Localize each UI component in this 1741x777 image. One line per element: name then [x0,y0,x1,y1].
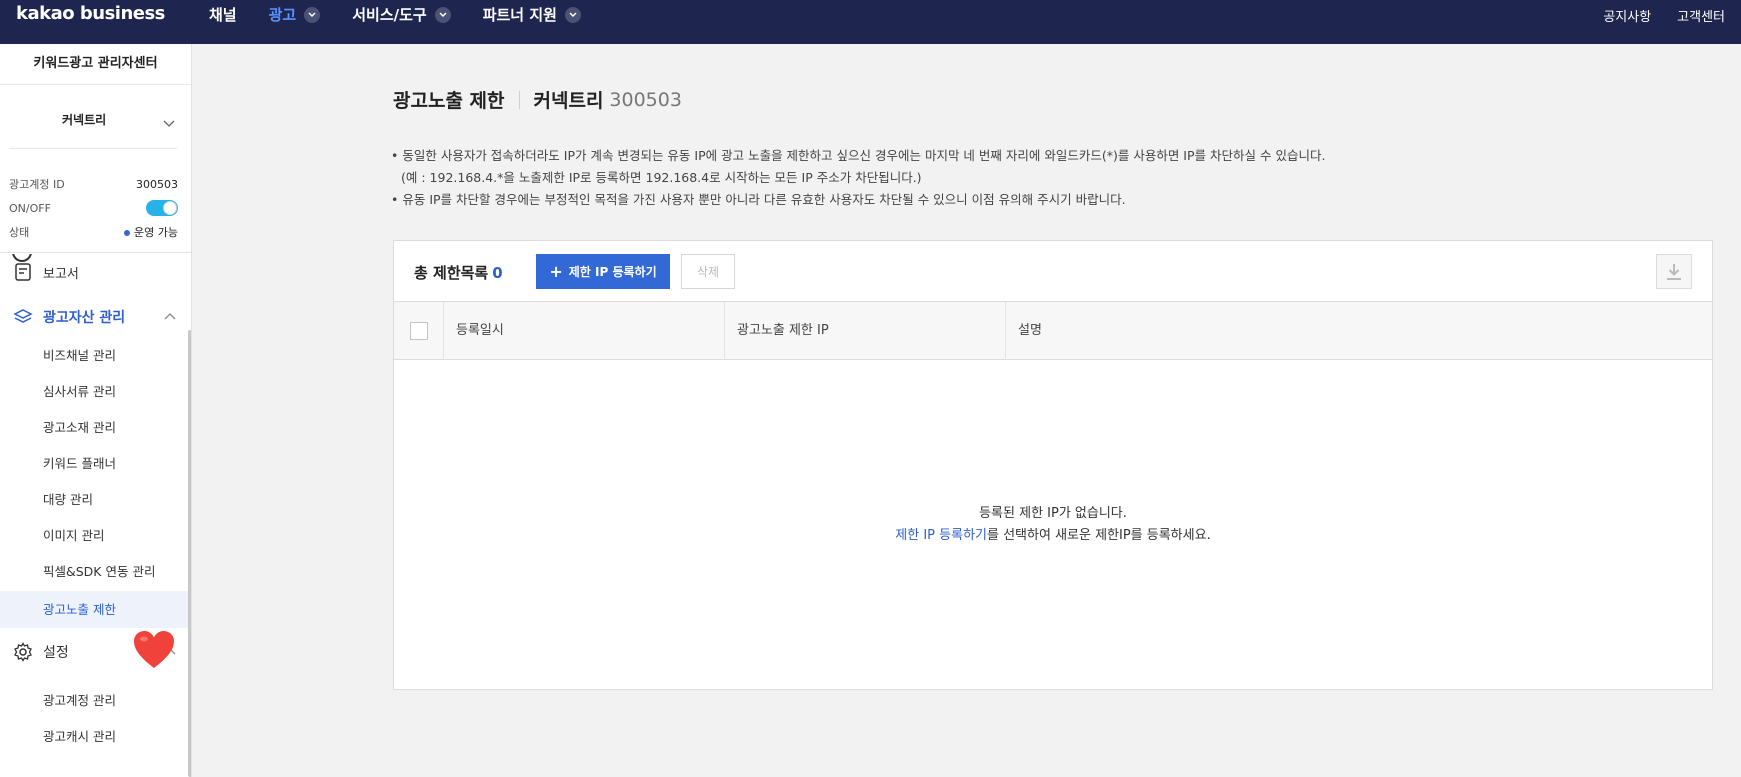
customer-center-link[interactable]: 고객센터 [1677,6,1725,25]
sidebar-item-report[interactable]: 보고서 [0,258,190,286]
kakao-business-logo[interactable]: kakao business [16,3,165,24]
account-id-value: 300503 [136,177,178,191]
table-header: 등록일시 광고노출 제한 IP 설명 [394,302,1712,360]
nav-partner-label: 파트너 지원 [482,6,557,24]
note-line: • 유동 IP를 차단할 경우에는 부정적인 목적을 가진 사용자 뿐만 아니라… [391,192,1126,207]
column-header-date[interactable]: 등록일시 [444,302,725,360]
register-ip-label: 제한 IP 등록하기 [568,265,657,279]
page-account-id: 300503 [609,88,682,111]
status-value: 운영 가능 [134,226,178,239]
note-text: (예 : 192.168.4.*을 노출제한 IP로 등록하면 192.168.… [401,170,922,185]
nav-partner-support[interactable]: 파트너 지원 [483,4,581,25]
status-dot-icon [124,230,131,236]
nav-services-tools[interactable]: 서비스/도구 [352,4,451,25]
nav-ads-label: 광고 [268,6,297,24]
sidebar-item-bizchannel[interactable]: 비즈채널 관리 [0,340,188,372]
gear-icon [13,642,33,662]
report-icon [13,262,33,282]
page-account-name: 커넥트리 [533,90,604,112]
chevron-down-icon [434,6,451,23]
status-badge: 운영 가능 [124,224,178,240]
select-all-cell [394,302,444,360]
onoff-label: ON/OFF [9,201,51,215]
onoff-toggle[interactable] [146,200,178,216]
total-label: 총 제한목록 [414,264,489,282]
layers-icon [13,307,33,327]
nav-ads[interactable]: 광고 [269,4,321,25]
notice-link[interactable]: 공지사항 [1603,6,1651,25]
divider [0,252,191,253]
sidebar-item-pixel-sdk[interactable]: 픽셀&SDK 연동 관리 [0,556,188,588]
note-line: (예 : 192.168.4.*을 노출제한 IP로 등록하면 192.168.… [391,167,1325,189]
account-id-label: 광고계정 ID [9,178,65,191]
chevron-down-icon [564,6,581,23]
note-line: • 동일한 사용자가 접속하더라도 IP가 계속 변경되는 유동 IP에 광고 … [391,148,1326,163]
plus-icon: + [549,262,563,281]
status-row: 상태 운영 가능 [9,220,178,244]
register-ip-link[interactable]: 제한 IP 등록하기 [895,528,987,543]
chevron-down-icon [304,6,321,23]
page-title-text: 광고노출 제한 [393,90,505,112]
account-name[interactable]: 커넥트리 [62,111,106,128]
sidebar-item-images[interactable]: 이미지 관리 [0,520,188,552]
guide-notes: • 동일한 사용자가 접속하더라도 IP가 계속 변경되는 유동 IP에 광고 … [391,145,1325,211]
sidebar-scrollbar[interactable] [188,330,191,777]
sidebar-item-ad-creative[interactable]: 광고소재 관리 [0,412,188,444]
panel-header: 총 제한목록 0 + 제한 IP 등록하기 삭제 [394,241,1712,302]
status-label: 상태 [9,226,30,239]
sidebar-item-review-docs[interactable]: 심사서류 관리 [0,376,188,408]
sidebar-item-cash-manage[interactable]: 광고캐시 관리 [0,721,188,753]
total-count-value: 0 [492,264,503,282]
total-count: 총 제한목록 0 [414,262,503,283]
nav-services-label: 서비스/도구 [352,6,427,24]
sidebar-group-label: 설정 [43,645,69,661]
restriction-list-panel: 총 제한목록 0 + 제한 IP 등록하기 삭제 등록일시 광고노출 제한 IP … [393,240,1713,690]
sidebar-group-label: 광고자산 관리 [43,310,126,326]
sidebar-item-label: 보고서 [43,266,79,282]
account-id-row: 광고계정 ID 300503 [9,172,178,196]
chevron-up-icon [164,308,176,324]
select-all-checkbox[interactable] [409,322,428,340]
note-text: 동일한 사용자가 접속하더라도 IP가 계속 변경되는 유동 IP에 광고 노출… [402,148,1326,163]
delete-button[interactable]: 삭제 [681,254,735,289]
title-divider [518,90,520,109]
sidebar-title: 키워드광고 관리자센터 [0,44,191,85]
sidebar-group-ad-assets[interactable]: 광고자산 관리 [0,302,190,332]
empty-hint-text: 를 선택하여 새로운 제한IP를 등록하세요. [987,528,1211,543]
heart-icon [134,631,174,668]
chevron-down-icon[interactable] [163,113,175,132]
column-header-description[interactable]: 설명 [1006,302,1712,360]
sidebar-item-keyword-planner[interactable]: 키워드 플래너 [0,448,188,480]
onoff-row: ON/OFF [9,196,178,220]
sidebar-item-ad-exposure-limit[interactable]: 광고노출 제한 [0,591,188,628]
column-header-ip[interactable]: 광고노출 제한 IP [725,302,1006,360]
download-button[interactable] [1656,254,1692,289]
download-icon [1667,263,1681,280]
nav-channel-label: 채널 [209,6,237,24]
empty-state: 등록된 제한 IP가 없습니다. 제한 IP 등록하기를 선택하여 새로운 제한… [394,503,1712,547]
top-navigation-bar: kakao business 채널 광고 서비스/도구 파트너 지원 공지사항 … [0,0,1741,44]
empty-hint: 제한 IP 등록하기를 선택하여 새로운 제한IP를 등록하세요. [394,525,1712,547]
account-info: 광고계정 ID 300503 ON/OFF 상태 운영 가능 [9,172,178,244]
nav-channel[interactable]: 채널 [209,4,237,25]
main-nav: 채널 광고 서비스/도구 파트너 지원 [209,4,613,25]
register-ip-button[interactable]: + 제한 IP 등록하기 [536,254,670,289]
sidebar-item-account-manage[interactable]: 광고계정 관리 [0,685,188,717]
note-text: 유동 IP를 차단할 경우에는 부정적인 목적을 가진 사용자 뿐만 아니라 다… [402,192,1126,207]
page-title: 광고노출 제한 커넥트리 300503 [393,86,682,113]
top-right-links: 공지사항 고객센터 [1603,6,1725,25]
empty-message: 등록된 제한 IP가 없습니다. [979,506,1127,521]
sidebar-item-bulk[interactable]: 대량 관리 [0,484,188,516]
